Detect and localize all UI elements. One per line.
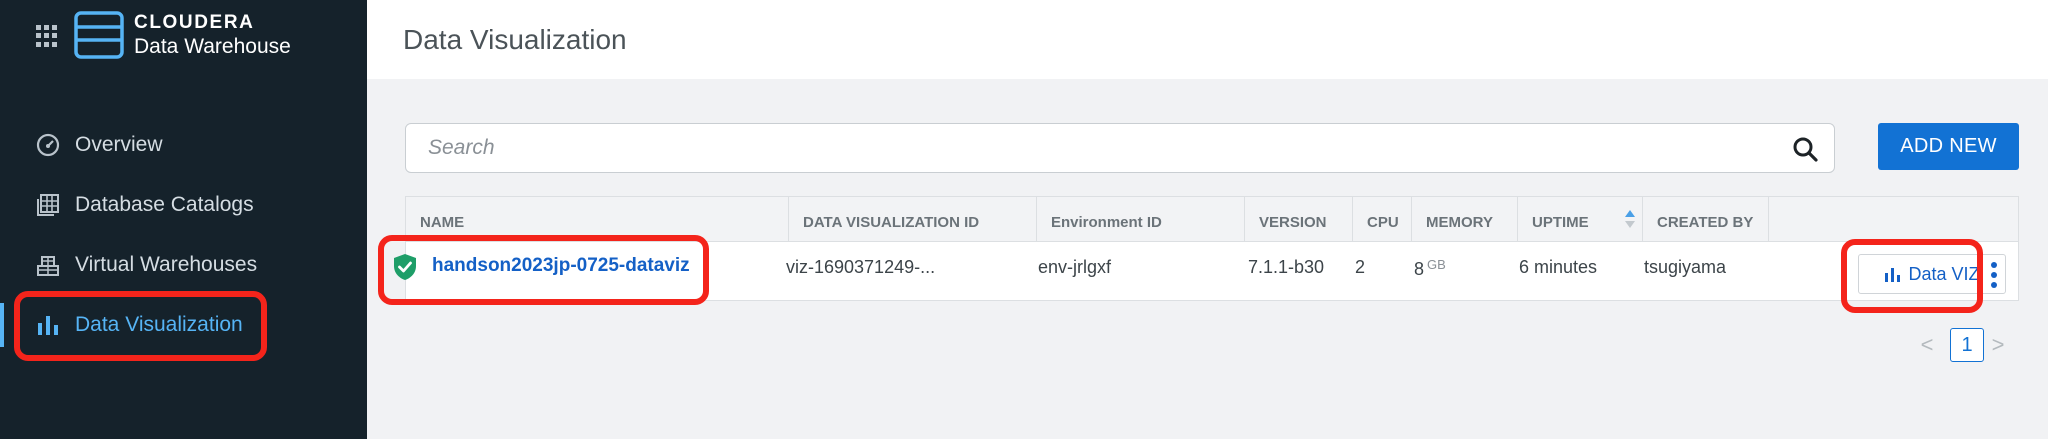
add-new-button[interactable]: ADD NEW <box>1878 123 2019 170</box>
sidebar-item-virtual-warehouses[interactable]: Virtual Warehouses <box>0 235 367 295</box>
brand: CLOUDERA Data Warehouse <box>134 12 291 60</box>
pagination-next[interactable]: > <box>1986 328 2010 362</box>
row-name-link[interactable]: handson2023jp-0725-dataviz <box>432 255 690 277</box>
brand-company: CLOUDERA <box>134 12 255 33</box>
sidebar-item-data-visualization[interactable]: Data Visualization <box>0 295 367 355</box>
dashboard-gauge-icon <box>34 131 62 159</box>
database-catalog-icon <box>34 191 62 219</box>
sidebar-item-label: Virtual Warehouses <box>75 253 258 276</box>
table-header: NAME DATA VISUALIZATION ID Environment I… <box>406 197 2018 242</box>
cloudera-logo-icon <box>74 11 124 59</box>
cell-memory: 8 GB <box>1414 257 1446 280</box>
column-header-name[interactable]: NAME <box>406 197 788 242</box>
pagination-prev[interactable]: < <box>1915 328 1939 362</box>
sidebar-nav: Overview Database Catalogs Virtual Wareh… <box>0 115 367 355</box>
sidebar-item-database-catalogs[interactable]: Database Catalogs <box>0 175 367 235</box>
column-header-actions <box>1768 197 2020 242</box>
column-header-cpu[interactable]: CPU <box>1352 197 1411 242</box>
column-header-created-by[interactable]: CREATED BY <box>1642 197 1768 242</box>
warehouse-icon <box>34 251 62 279</box>
cell-environment-id: env-jrlgxf <box>1038 257 1112 277</box>
column-header-viz-id[interactable]: DATA VISUALIZATION ID <box>788 197 1036 242</box>
data-visualization-table: NAME DATA VISUALIZATION ID Environment I… <box>405 196 2019 301</box>
shield-check-icon <box>394 254 416 280</box>
column-header-version[interactable]: VERSION <box>1244 197 1352 242</box>
sort-icon[interactable] <box>1624 208 1636 230</box>
cell-created-by: tsugiyama <box>1644 257 1727 277</box>
sidebar-item-overview[interactable]: Overview <box>0 115 367 175</box>
cell-memory-value: 8 <box>1414 259 1425 279</box>
page-title: Data Visualization <box>403 24 627 55</box>
sidebar: CLOUDERA Data Warehouse Overview Databas… <box>0 0 367 439</box>
bar-chart-icon <box>34 311 62 339</box>
bar-chart-icon <box>1885 268 1901 282</box>
pagination-page-current[interactable]: 1 <box>1950 328 1984 362</box>
sidebar-item-label: Overview <box>75 133 163 156</box>
cell-version: 7.1.1-b30 <box>1248 257 1325 277</box>
brand-product: Data Warehouse <box>134 35 291 58</box>
search-icon[interactable] <box>1792 136 1818 162</box>
sidebar-item-label: Data Visualization <box>75 313 243 336</box>
search-input[interactable] <box>406 124 1776 172</box>
column-header-environment-id[interactable]: Environment ID <box>1036 197 1244 242</box>
cell-viz-id: viz-1690371249-... <box>786 257 936 277</box>
cell-cpu: 2 <box>1355 257 1366 277</box>
cell-uptime: 6 minutes <box>1519 257 1598 277</box>
search-box <box>405 123 1835 173</box>
cell-memory-unit: GB <box>1427 257 1446 272</box>
data-viz-button-label: Data VIZ <box>1908 263 1980 284</box>
data-viz-button[interactable]: Data VIZ <box>1858 254 2006 294</box>
apps-grid-icon[interactable] <box>36 25 58 47</box>
sidebar-item-label: Database Catalogs <box>75 193 254 216</box>
column-header-memory[interactable]: MEMORY <box>1411 197 1517 242</box>
page-header: Data Visualization <box>367 0 2048 79</box>
kebab-menu-icon[interactable] <box>1990 262 1998 288</box>
